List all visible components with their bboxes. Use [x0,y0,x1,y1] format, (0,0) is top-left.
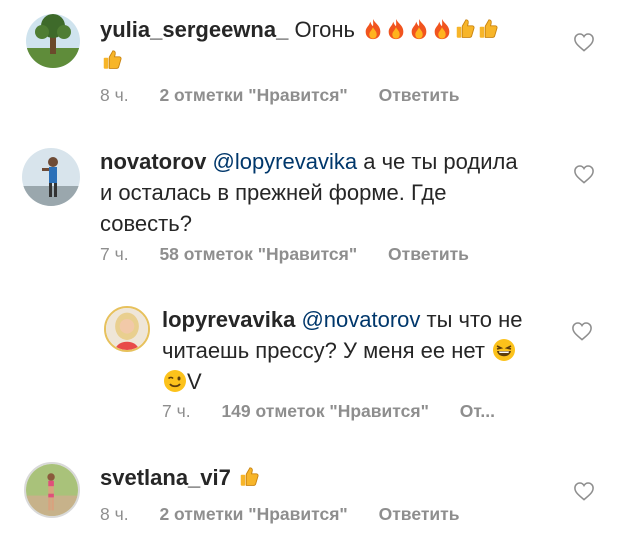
comment-time: 8 ч. [100,504,129,524]
comment-body-line: читаешь прессу? У меня ее нет [162,338,485,363]
comment-username[interactable]: lopyrevavika [162,307,295,332]
thumbs-up-emoji-icon [477,17,499,41]
comment-meta: 7 ч. 149 отметок "Нравится" От... [162,401,521,422]
comment-text: novatorov @lopyrevavika а че ты родила и… [100,146,560,239]
thumbs-up-emoji-icon [454,17,476,41]
comment-username[interactable]: svetlana_vi7 [100,465,231,490]
comment-body-line: ты что не [420,307,523,332]
comment-body-line: V [187,369,202,394]
comment-item: novatorov @lopyrevavika а че ты родила и… [0,120,625,280]
comment-time: 7 ч. [100,244,129,264]
reply-button[interactable]: Ответить [379,85,460,105]
thumbs-up-emoji-icon [101,48,123,72]
heart-outline-icon[interactable] [571,321,593,341]
comment-body-line: и осталась в прежней форме. Где [100,180,447,205]
comment-username[interactable]: novatorov [100,149,206,174]
comment-meta: 7 ч. 58 отметок "Нравится" Ответить [100,244,495,265]
reply-button[interactable]: От... [460,401,495,421]
comment-meta: 8 ч. 2 отметки "Нравится" Ответить [100,504,485,525]
fire-emoji-icon [362,17,384,41]
mention-link[interactable]: @lopyrevavika [212,149,357,174]
comment-time: 8 ч. [100,85,129,105]
avatar[interactable] [26,14,80,68]
mention-link[interactable]: @novatorov [301,307,420,332]
comment-item: svetlana_vi7 8 ч. 2 отметки "Нравится" О… [0,448,625,541]
thumbs-up-emoji-icon [238,465,260,489]
fire-emoji-icon [431,17,453,41]
likes-count[interactable]: 58 отметок "Нравится" [159,244,357,264]
likes-count[interactable]: 2 отметки "Нравится" [159,85,347,105]
likes-count[interactable]: 149 отметок "Нравится" [221,401,428,421]
comment-time: 7 ч. [162,401,191,421]
fire-emoji-icon [408,17,430,41]
comment-username[interactable]: yulia_sergeewna_ [100,17,288,42]
comment-meta: 8 ч. 2 отметки "Нравится" Ответить [100,85,485,106]
fire-emoji-icon [385,17,407,41]
winking-emoji-icon [163,369,187,393]
heart-outline-icon[interactable] [573,32,595,52]
laughing-emoji-icon [492,338,516,362]
likes-count[interactable]: 2 отметки "Нравится" [159,504,347,524]
avatar[interactable] [104,306,150,352]
comment-item: yulia_sergeewna_ Огонь 8 ч. 2 отметки "Н… [0,0,625,120]
heart-outline-icon[interactable] [573,481,595,501]
comment-text: yulia_sergeewna_ Огонь [100,14,540,76]
comment-body: Огонь [294,17,355,42]
avatar[interactable] [22,148,80,206]
comment-body-line: а че ты родила [357,149,518,174]
comment-body-line: совесть? [100,211,192,236]
heart-outline-icon[interactable] [573,164,595,184]
avatar[interactable] [24,462,80,518]
reply-button[interactable]: Ответить [388,244,469,264]
reply-comment-item: lopyrevavika @novatorov ты что не читаеш… [0,288,625,443]
reply-button[interactable]: Ответить [379,504,460,524]
comment-text: lopyrevavika @novatorov ты что не читаеш… [162,304,562,397]
comment-text: svetlana_vi7 [100,462,540,493]
